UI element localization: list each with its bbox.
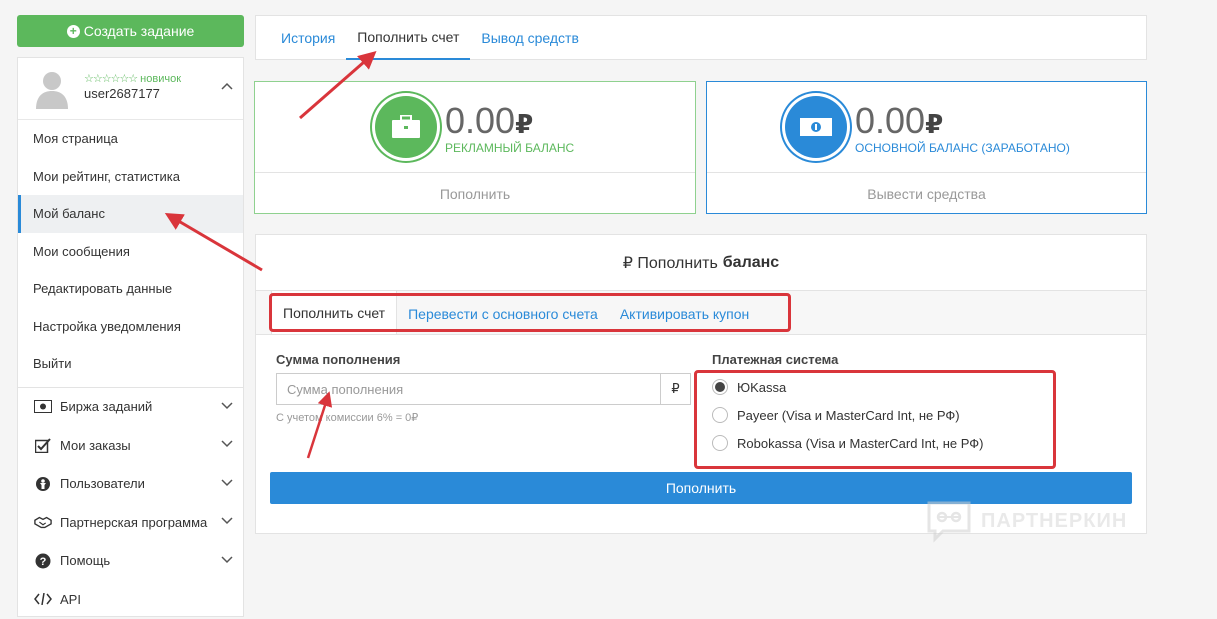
menu-label: Редактировать данные: [33, 281, 173, 297]
ad-balance-label: РЕКЛАМНЫЙ БАЛАНС: [445, 141, 575, 155]
tab-top-up[interactable]: Пополнить счет: [346, 16, 471, 60]
menu-label: Мои рейтинг, статистика: [33, 168, 180, 184]
ruble-addon: ₽: [660, 374, 690, 404]
menu-notifications[interactable]: Настройка уведомления: [18, 308, 243, 346]
chevron-up-icon[interactable]: [221, 82, 233, 90]
menu-rating-stats[interactable]: Мои рейтинг, статистика: [18, 158, 243, 196]
section-label: Пользователи: [60, 476, 145, 492]
panel-title: ₽ Пополнить баланс: [256, 235, 1146, 291]
section-help[interactable]: ? Помощь: [18, 542, 243, 581]
user-rank: ☆☆☆☆☆☆ новичок: [84, 72, 181, 85]
highlight-box-tabs: [269, 293, 791, 332]
chevron-down-icon[interactable]: [221, 401, 233, 410]
create-task-button[interactable]: + Создать задание: [17, 15, 244, 47]
money-icon: [34, 399, 52, 415]
section-partner-program[interactable]: Партнерская программа: [18, 503, 243, 542]
commission-note: С учетом комиссии 6% = 0₽: [276, 412, 419, 424]
chevron-down-icon[interactable]: [221, 440, 233, 448]
section-label: Биржа заданий: [60, 399, 153, 415]
panel-title-prefix: ₽ Пополнить: [622, 254, 718, 272]
ad-balance-top-up-button[interactable]: Пополнить: [255, 173, 695, 214]
svg-text:?: ?: [40, 556, 47, 568]
section-label: Мои заказы: [60, 437, 131, 453]
rank-label: новичок: [140, 73, 182, 85]
chevron-down-icon[interactable]: [221, 517, 233, 525]
tab-history[interactable]: История: [270, 16, 346, 60]
withdraw-funds-button[interactable]: Вывести средства: [707, 173, 1146, 214]
menu-label: Настройка уведомления: [33, 318, 181, 334]
chevron-down-icon[interactable]: [221, 478, 233, 487]
users-icon: [34, 476, 52, 492]
menu-logout[interactable]: Выйти: [18, 345, 243, 383]
section-my-orders[interactable]: Мои заказы: [18, 426, 243, 465]
ruble-icon: ₽: [925, 109, 944, 139]
section-api[interactable]: API: [18, 580, 243, 619]
main-balance-label: ОСНОВНОЙ БАЛАНС (ЗАРАБОТАНО): [855, 141, 1070, 155]
chevron-down-icon[interactable]: [221, 555, 233, 564]
menu-label: Мой баланс: [33, 206, 105, 222]
briefcase-icon: [375, 96, 437, 158]
section-users[interactable]: Пользователи: [18, 465, 243, 504]
section-label: Помощь: [60, 553, 111, 569]
checkbox-icon: [34, 437, 52, 453]
menu-label: Моя страница: [33, 131, 118, 147]
plus-circle-icon: +: [66, 24, 80, 38]
balance-tabs: История Пополнить счет Вывод средств: [255, 15, 1147, 60]
sum-input[interactable]: [277, 374, 660, 404]
sum-input-group: ₽: [276, 373, 691, 405]
watermark-logo-icon: [927, 501, 971, 543]
handshake-icon: [34, 514, 52, 530]
sum-label: Сумма пополнения: [276, 352, 401, 367]
profile-block[interactable]: ☆☆☆☆☆☆ новичок user2687177: [18, 58, 243, 120]
watermark-text: ПАРТНЕРКИН: [981, 509, 1128, 532]
menu-label: Выйти: [33, 356, 72, 372]
ruble-icon: ₽: [515, 109, 534, 139]
create-task-label: Создать задание: [83, 23, 195, 39]
menu-label: Мои сообщения: [33, 243, 130, 259]
highlight-box-payment: [694, 370, 1056, 469]
section-label: API: [60, 591, 81, 607]
banknote-icon: [785, 96, 847, 158]
menu-my-balance[interactable]: Мой баланс: [18, 195, 243, 233]
panel-title-bold: баланс: [722, 253, 780, 271]
sidebar: ☆☆☆☆☆☆ новичок user2687177 Моя страница М…: [17, 57, 244, 617]
question-icon: ?: [34, 553, 52, 569]
watermark: ПАРТНЕРКИН: [925, 497, 1127, 545]
rank-stars-icon: ☆☆☆☆☆☆: [84, 73, 138, 85]
tab-withdraw[interactable]: Вывод средств: [470, 16, 590, 60]
menu-my-page[interactable]: Моя страница: [18, 120, 243, 158]
main-balance-card: 0.00₽ ОСНОВНОЙ БАЛАНС (ЗАРАБОТАНО) Вывес…: [706, 81, 1147, 214]
section-task-exchange[interactable]: Биржа заданий: [18, 388, 243, 427]
avatar: [36, 72, 68, 109]
menu-edit-data[interactable]: Редактировать данные: [18, 270, 243, 308]
menu-messages[interactable]: Мои сообщения: [18, 233, 243, 271]
username: user2687177: [84, 86, 160, 101]
code-icon: [34, 591, 52, 607]
ad-balance-card: 0.00₽ РЕКЛАМНЫЙ БАЛАНС Пополнить: [254, 81, 696, 214]
ad-balance-amount: 0.00₽: [445, 100, 534, 141]
section-label: Партнерская программа: [60, 514, 208, 530]
payment-system-label: Платежная система: [712, 352, 839, 367]
main-balance-amount: 0.00₽: [855, 100, 944, 141]
